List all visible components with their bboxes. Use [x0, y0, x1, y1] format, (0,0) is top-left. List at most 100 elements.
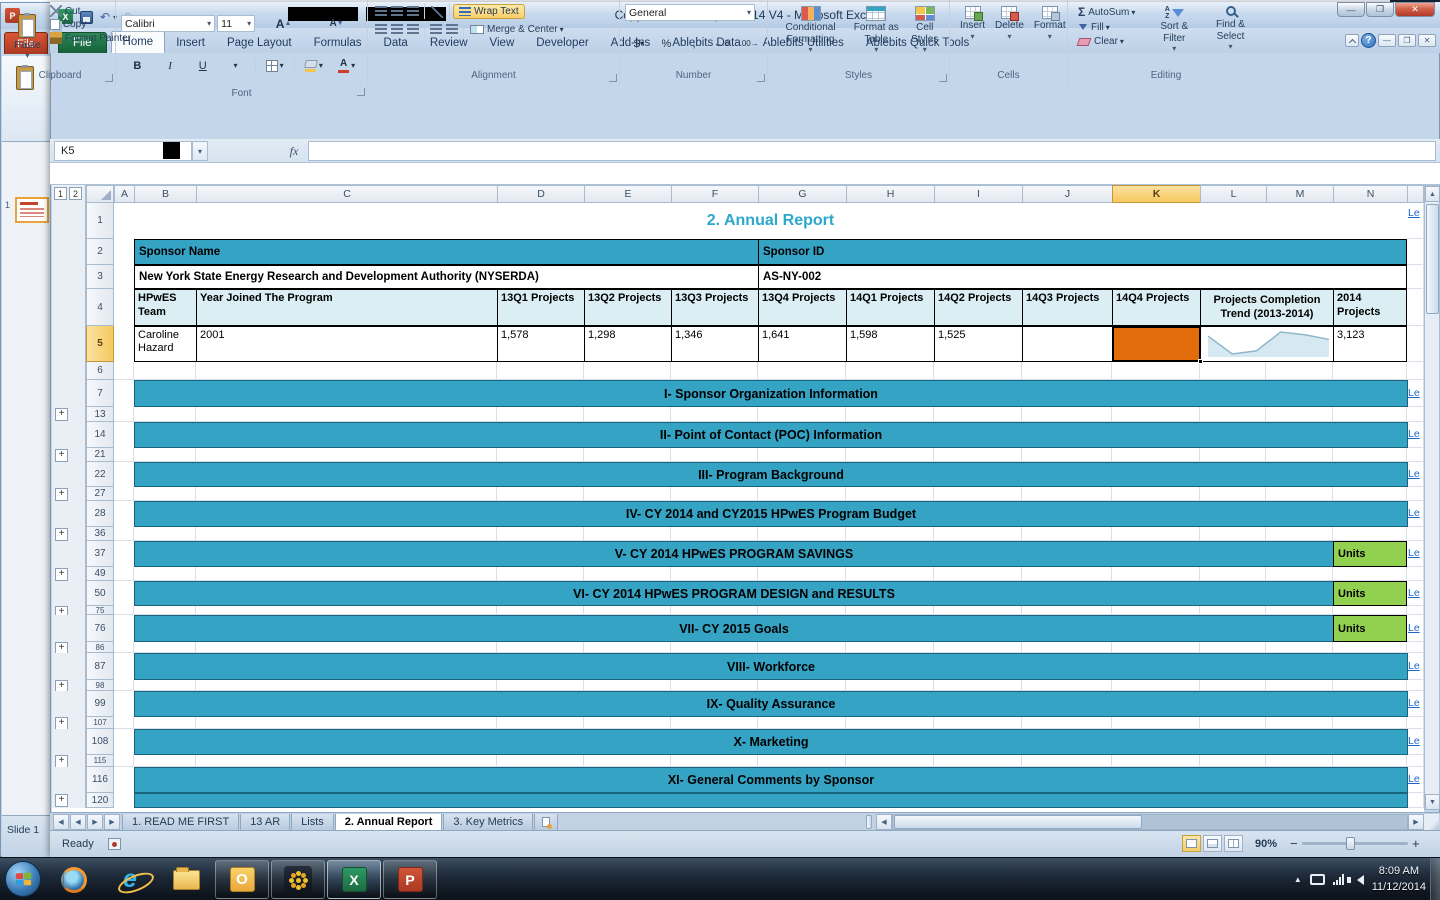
empty-cell[interactable]	[1407, 407, 1424, 422]
row-header-2[interactable]: 2	[86, 239, 114, 265]
empty-cell[interactable]	[497, 717, 584, 729]
empty-cell[interactable]	[114, 380, 134, 407]
column-header-A[interactable]: A	[114, 185, 135, 203]
empty-cell[interactable]	[114, 767, 134, 793]
column-header-I[interactable]: I	[934, 185, 1023, 203]
empty-cell[interactable]	[584, 680, 671, 691]
team-cell[interactable]: Caroline Hazard	[134, 326, 197, 362]
empty-cell[interactable]	[114, 729, 134, 755]
start-button[interactable]	[5, 861, 41, 897]
empty-cell[interactable]	[671, 407, 758, 422]
table-header-cell[interactable]: 13Q3 Projects	[671, 289, 759, 326]
show-desktop-button[interactable]	[1430, 858, 1440, 900]
sponsor-id-header-cell[interactable]: Sponsor ID	[758, 239, 1407, 265]
empty-cell[interactable]	[497, 487, 584, 501]
zoom-in-button[interactable]: +	[1412, 836, 1420, 851]
table-header-trend-cell[interactable]: Projects Completion Trend (2013-2014)	[1200, 289, 1334, 326]
legend-link[interactable]: Le	[1408, 468, 1423, 482]
units-cell-row-37[interactable]: Units	[1333, 541, 1407, 567]
empty-cell[interactable]	[114, 793, 134, 808]
volume-tray-icon[interactable]	[1352, 875, 1364, 885]
taskbar-app-firefox[interactable]	[47, 860, 101, 899]
row-header-98[interactable]: 98	[86, 680, 114, 691]
table-header-cell[interactable]: 13Q1 Projects	[497, 289, 585, 326]
quarter-value-cell-F5[interactable]: 1,346	[671, 326, 759, 362]
empty-cell[interactable]	[758, 642, 846, 653]
empty-cell[interactable]	[934, 407, 1022, 422]
empty-cell[interactable]	[114, 717, 134, 729]
empty-cell[interactable]	[497, 755, 584, 767]
empty-cell[interactable]	[134, 717, 196, 729]
empty-cell[interactable]	[1022, 448, 1112, 462]
empty-cell[interactable]	[114, 422, 134, 448]
empty-cell[interactable]	[671, 567, 758, 581]
row-header-3[interactable]: 3	[86, 265, 114, 289]
legend-link[interactable]: Le	[1408, 507, 1423, 521]
empty-cell[interactable]	[1200, 680, 1266, 691]
row-header-75[interactable]: 75	[86, 606, 114, 615]
empty-cell[interactable]	[497, 527, 584, 541]
row-header-108[interactable]: 108	[86, 729, 114, 755]
empty-cell[interactable]	[1022, 567, 1112, 581]
empty-cell[interactable]	[584, 448, 671, 462]
empty-cell[interactable]	[1112, 448, 1200, 462]
outline-expand-button-row-36[interactable]: +	[55, 528, 68, 541]
empty-cell[interactable]	[1112, 567, 1200, 581]
column-header-L[interactable]: L	[1200, 185, 1267, 203]
sparkline-cell[interactable]	[1200, 326, 1334, 362]
section-band-row-37[interactable]: V- CY 2014 HPwES PROGRAM SAVINGS	[134, 541, 1334, 567]
empty-cell[interactable]	[846, 717, 934, 729]
section-band-row-108[interactable]: X- Marketing	[134, 729, 1408, 755]
empty-cell[interactable]	[114, 407, 134, 422]
empty-cell[interactable]	[196, 527, 497, 541]
empty-cell[interactable]	[584, 755, 671, 767]
empty-cell[interactable]	[1200, 448, 1266, 462]
column-header-H[interactable]: H	[846, 185, 935, 203]
empty-cell[interactable]	[134, 680, 196, 691]
row-header-86[interactable]: 86	[86, 642, 114, 653]
empty-cell[interactable]	[584, 717, 671, 729]
row-header-6[interactable]: 6	[86, 362, 114, 380]
empty-cell[interactable]	[934, 755, 1022, 767]
empty-cell[interactable]	[934, 642, 1022, 653]
empty-cell[interactable]	[758, 755, 846, 767]
first-sheet-button[interactable]: ◀	[53, 814, 69, 830]
empty-cell[interactable]	[1407, 326, 1424, 362]
empty-cell[interactable]	[1112, 642, 1200, 653]
outline-expand-button-row-13[interactable]: +	[55, 408, 68, 421]
scroll-down-arrow[interactable]: ▼	[1425, 794, 1440, 810]
empty-cell[interactable]	[196, 680, 497, 691]
empty-cell[interactable]	[846, 680, 934, 691]
empty-cell[interactable]	[758, 487, 846, 501]
empty-cell[interactable]	[1200, 407, 1266, 422]
column-header-F[interactable]: F	[671, 185, 759, 203]
empty-cell[interactable]	[671, 717, 758, 729]
outline-expand-button-row-49[interactable]: +	[55, 568, 68, 581]
row-header-22[interactable]: 22	[86, 462, 114, 487]
empty-cell[interactable]	[497, 642, 584, 653]
empty-cell[interactable]	[584, 567, 671, 581]
row-header-4[interactable]: 4	[86, 289, 114, 326]
empty-cell[interactable]	[134, 407, 196, 422]
empty-cell[interactable]	[134, 362, 196, 380]
row-header-13[interactable]: 13	[86, 407, 114, 422]
empty-cell[interactable]	[1266, 606, 1333, 615]
empty-cell[interactable]	[1407, 362, 1424, 380]
legend-link[interactable]: Le	[1408, 697, 1423, 711]
empty-cell[interactable]	[671, 527, 758, 541]
empty-cell[interactable]	[114, 462, 134, 487]
row-header-14[interactable]: 14	[86, 422, 114, 448]
table-header-cell[interactable]: 2014 Projects	[1333, 289, 1407, 326]
zoom-slider-thumb[interactable]	[1346, 837, 1355, 850]
empty-cell[interactable]	[114, 501, 134, 527]
empty-cell[interactable]	[114, 203, 134, 239]
row-header-21[interactable]: 21	[86, 448, 114, 462]
empty-cell[interactable]	[497, 606, 584, 615]
empty-cell[interactable]	[1266, 717, 1333, 729]
section-band-row-14[interactable]: II- Point of Contact (POC) Information	[134, 422, 1408, 448]
empty-cell[interactable]	[846, 567, 934, 581]
select-all-corner[interactable]	[86, 185, 114, 203]
empty-cell[interactable]	[584, 487, 671, 501]
empty-cell[interactable]	[846, 527, 934, 541]
quarter-value-cell-D5[interactable]: 1,578	[497, 326, 585, 362]
